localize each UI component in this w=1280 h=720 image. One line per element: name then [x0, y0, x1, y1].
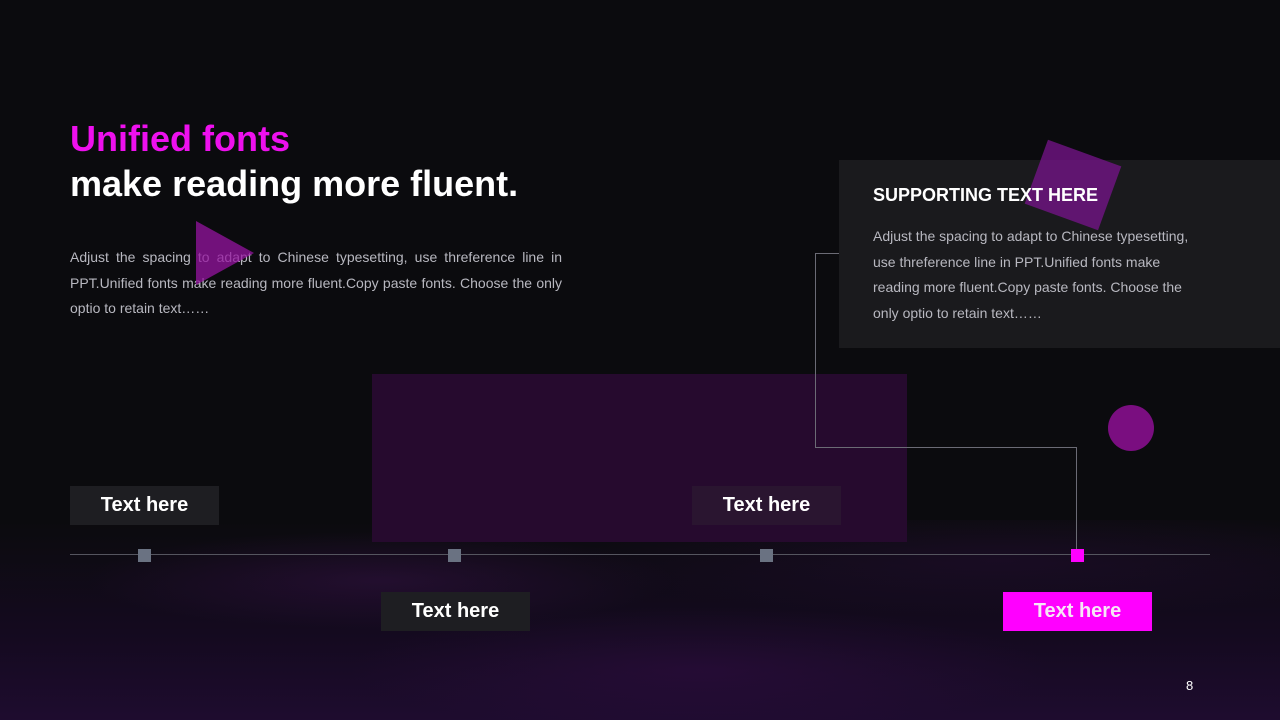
timeline-marker-3	[760, 549, 773, 562]
timeline-marker-2	[448, 549, 461, 562]
connector-line	[1076, 447, 1077, 550]
timeline-marker-1	[138, 549, 151, 562]
timeline-label-2[interactable]: Text here	[381, 592, 530, 631]
timeline-label-4-active[interactable]: Text here	[1003, 592, 1152, 631]
title-main: make reading more fluent.	[70, 163, 519, 204]
intro-paragraph: Adjust the spacing to adapt to Chinese t…	[70, 249, 562, 316]
connector-line	[815, 253, 1077, 448]
timeline-label-3[interactable]: Text here	[692, 486, 841, 525]
triangle-decoration-icon	[196, 221, 254, 285]
timeline-axis	[70, 554, 1210, 555]
title-accent: Unified fonts	[70, 118, 290, 159]
timeline-label-1[interactable]: Text here	[70, 486, 219, 525]
timeline-marker-4-active	[1071, 549, 1084, 562]
circle-decoration-icon	[1108, 405, 1154, 451]
supporting-heading: SUPPORTING TEXT HERE	[873, 185, 1099, 205]
page-number: 8	[1186, 678, 1194, 693]
slide: Unified fonts make reading more fluent. …	[0, 0, 1280, 720]
